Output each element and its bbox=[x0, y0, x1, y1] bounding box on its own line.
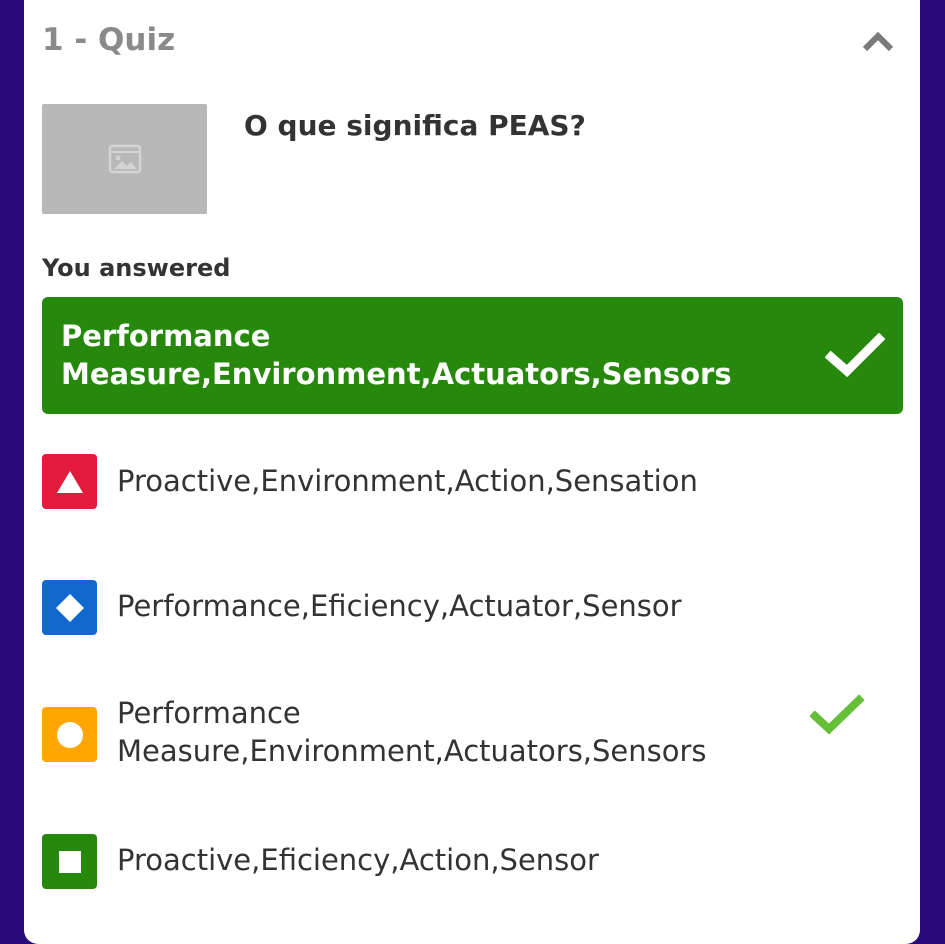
option-text: Performance,Eficiency,Actuator,Sensor bbox=[117, 589, 682, 623]
option-circle: Performance Measure,Environment,Actuator… bbox=[42, 694, 902, 774]
chevron-up-icon[interactable] bbox=[860, 26, 896, 56]
option-text: Proactive,Eficiency,Action,Sensor bbox=[117, 843, 599, 877]
answered-option-text: Performance Measure,Environment,Actuator… bbox=[61, 319, 732, 391]
quiz-header[interactable]: 1 - Quiz bbox=[42, 20, 902, 64]
circle-icon bbox=[42, 707, 97, 762]
image-icon bbox=[108, 144, 141, 174]
answered-option-box: Performance Measure,Environment,Actuator… bbox=[42, 297, 903, 414]
diamond-icon bbox=[42, 580, 97, 635]
you-answered-label: You answered bbox=[42, 254, 231, 282]
quiz-card: 1 - Quiz O que significa PEAS? You answe… bbox=[24, 0, 920, 944]
quiz-title: 1 - Quiz bbox=[42, 22, 176, 58]
option-triangle: Proactive,Environment,Action,Sensation bbox=[42, 452, 902, 512]
option-square: Proactive,Eficiency,Action,Sensor bbox=[42, 833, 902, 893]
check-icon bbox=[810, 694, 864, 735]
square-icon bbox=[42, 834, 97, 889]
option-text: Proactive,Environment,Action,Sensation bbox=[117, 464, 698, 498]
question-image-placeholder bbox=[42, 104, 207, 214]
check-icon bbox=[825, 333, 885, 378]
option-diamond: Performance,Eficiency,Actuator,Sensor bbox=[42, 579, 902, 639]
triangle-icon bbox=[42, 454, 97, 509]
question-text: O que significa PEAS? bbox=[244, 109, 586, 142]
option-text: Performance Measure,Environment,Actuator… bbox=[117, 696, 707, 768]
